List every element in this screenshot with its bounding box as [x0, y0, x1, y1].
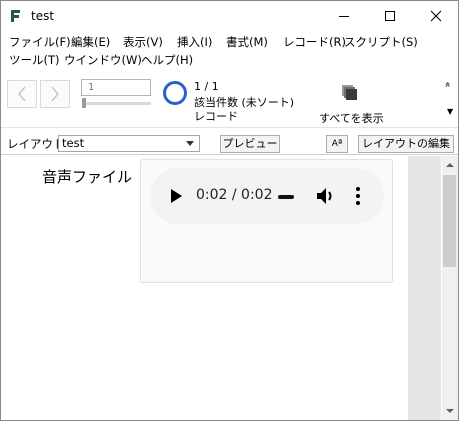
play-icon[interactable] — [171, 189, 182, 203]
record-slider-track[interactable] — [85, 102, 151, 105]
maximize-button[interactable] — [367, 1, 413, 31]
audio-progress-bar[interactable] — [278, 195, 294, 199]
audio-container-field[interactable]: 0:02 / 0:02 — [140, 159, 393, 283]
menu-file[interactable]: ファイル(F) — [9, 34, 71, 50]
previous-record-button[interactable] — [7, 80, 37, 108]
minimize-icon — [339, 16, 349, 17]
maximize-icon — [385, 11, 395, 21]
window-title: test — [31, 9, 55, 23]
audio-player[interactable]: 0:02 / 0:02 — [150, 168, 384, 224]
app-window: test ファイル(F) 編集(E) 表示(V) 挿入(I) 書式(M) レコー… — [0, 0, 459, 421]
scroll-up-arrow-icon[interactable] — [442, 158, 458, 172]
close-icon — [430, 10, 442, 22]
chevron-down-icon — [186, 141, 194, 146]
record-slider-thumb[interactable] — [82, 98, 86, 108]
edit-layout-button[interactable]: レイアウトの編集 — [358, 135, 454, 153]
layout-select-value: test — [62, 136, 85, 150]
scroll-down-arrow-icon[interactable] — [442, 404, 458, 418]
show-all-label[interactable]: すべてを表示 — [319, 110, 384, 126]
toolbar-collapse-icon[interactable]: » — [443, 81, 454, 87]
status-toolbar: 1 1 / 1 該当件数 (未ソート) レコード すべてを表示 » ▼ — [1, 70, 458, 128]
menu-help[interactable]: ヘルプ(H) — [141, 52, 193, 68]
audio-time: 0:02 / 0:02 — [196, 187, 273, 203]
scrollbar-thumb[interactable] — [443, 175, 456, 267]
record-count: 1 / 1 — [194, 80, 219, 93]
toolbar-expand-icon[interactable]: ▼ — [447, 107, 453, 116]
app-logo-icon — [11, 10, 20, 22]
menu-format[interactable]: 書式(M) — [226, 34, 268, 50]
next-record-button[interactable] — [40, 80, 70, 108]
layout-content: 音声ファイル 0:02 / 0:02 — [1, 156, 408, 420]
record-number-input[interactable]: 1 — [81, 79, 151, 96]
vertical-scrollbar[interactable] — [408, 156, 458, 420]
menu-window[interactable]: ウインドウ(W) — [64, 52, 142, 68]
found-set-pie-icon — [163, 81, 187, 105]
field-label-audio: 音声ファイル — [42, 168, 133, 186]
chevron-left-icon — [18, 86, 26, 102]
volume-icon[interactable] — [316, 187, 336, 205]
menu-scripts[interactable]: スクリプト(S) — [344, 34, 418, 50]
preview-button[interactable]: プレビュー — [220, 135, 280, 153]
title-bar: test — [1, 1, 458, 31]
menu-records[interactable]: レコード(R) — [283, 34, 346, 50]
more-options-icon[interactable] — [356, 186, 360, 206]
show-all-icon[interactable] — [341, 84, 359, 102]
text-format-button[interactable]: Aª — [326, 135, 348, 153]
layout-margin — [408, 156, 441, 420]
close-button[interactable] — [413, 1, 459, 31]
layout-select[interactable]: test — [58, 135, 200, 152]
menu-insert[interactable]: 挿入(I) — [177, 34, 212, 50]
menu-view[interactable]: 表示(V) — [123, 34, 163, 50]
minimize-button[interactable] — [321, 1, 367, 31]
chevron-right-icon — [51, 86, 59, 102]
records-label: レコード — [194, 110, 238, 123]
menu-tools[interactable]: ツール(T) — [9, 52, 60, 68]
menu-edit[interactable]: 編集(E) — [71, 34, 110, 50]
menu-bar: ファイル(F) 編集(E) 表示(V) 挿入(I) 書式(M) レコード(R) … — [1, 32, 458, 70]
layout-bar: レイアウト: test プレビュー Aª レイアウトの編集 — [1, 132, 458, 155]
